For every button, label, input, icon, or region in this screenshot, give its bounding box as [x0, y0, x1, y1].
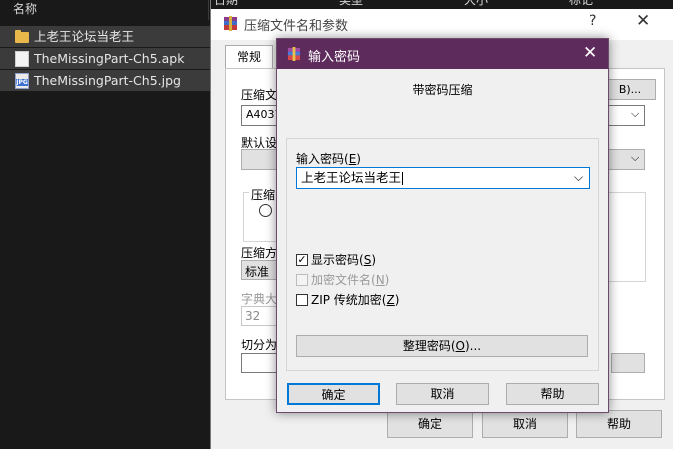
tab-general[interactable]: 常规: [225, 45, 273, 69]
explorer-header-strip: 日期 类型 大小 标记: [211, 0, 673, 9]
cancel-label: 取消: [512, 417, 537, 431]
chevron-down-icon[interactable]: ⌵: [631, 107, 639, 121]
password-label-text: 输入密码(: [296, 152, 349, 166]
set-password-button[interactable]: [611, 353, 645, 373]
password-value: 上老王论坛当老王: [301, 170, 402, 185]
organize-suffix: )...: [465, 339, 482, 353]
ok-button[interactable]: 确定: [287, 383, 380, 405]
organize-key: O: [455, 339, 465, 353]
dict-value: 32: [245, 309, 261, 323]
column-header-size: 大小: [464, 0, 489, 7]
file-name: 上老王论坛当老王: [34, 29, 135, 44]
password-label: 输入密码(E): [296, 152, 361, 166]
browse-button[interactable]: B)...: [604, 79, 656, 100]
help-button[interactable]: 帮助: [506, 383, 599, 405]
zip-legacy-key: Z: [386, 293, 395, 307]
chevron-down-icon[interactable]: ⌵: [574, 170, 583, 185]
checkbox-checked-icon: ✓: [296, 253, 308, 266]
checkbox-disabled-icon: [296, 273, 308, 286]
password-input[interactable]: 上老王论坛当老王: [296, 167, 590, 189]
file-row-apk[interactable]: TheMissingPart-Ch5.apk: [0, 48, 215, 69]
archive-name-label: 压缩文: [241, 88, 278, 102]
chevron-down-icon[interactable]: ⌵: [631, 151, 639, 165]
organize-label: 整理密码(: [402, 339, 456, 353]
organize-passwords-button[interactable]: 整理密码(O)...: [296, 335, 588, 357]
help-button[interactable]: 帮助: [576, 410, 662, 438]
cancel-button[interactable]: 取消: [396, 383, 489, 405]
dialog-title: 输入密码: [308, 50, 361, 65]
help-label: 帮助: [540, 387, 565, 401]
column-header-type: 类型: [339, 0, 364, 7]
file-name: TheMissingPart-Ch5.jpg: [34, 73, 181, 88]
cancel-button[interactable]: 取消: [482, 410, 568, 438]
file-icon: [15, 51, 29, 67]
method-value: 标准: [245, 265, 270, 279]
show-password-text: 显示密码(: [311, 253, 364, 267]
winrar-icon: [224, 16, 237, 31]
text-caret: [402, 172, 404, 185]
dialog-titlebar: 输入密码 ✕: [277, 39, 608, 69]
help-icon[interactable]: ?: [589, 13, 596, 29]
close-icon[interactable]: ✕: [583, 43, 597, 63]
jpg-image-icon: JPG: [15, 73, 29, 89]
show-password-key: S: [363, 253, 372, 267]
ok-button[interactable]: 确定: [387, 410, 473, 438]
encrypt-names-text: 加密文件名(: [311, 273, 376, 287]
browse-label: B)...: [618, 83, 642, 96]
dialog-title: 压缩文件名和参数: [244, 19, 349, 34]
format-radio[interactable]: [259, 204, 272, 217]
encrypt-file-names-label: 加密文件名(N): [311, 273, 390, 287]
file-name: TheMissingPart-Ch5.apk: [34, 51, 185, 66]
cancel-label: 取消: [430, 387, 455, 401]
zip-legacy-encryption-checkbox[interactable]: ZIP 传统加密(Z): [296, 291, 399, 308]
options-group: [604, 192, 646, 282]
column-header-tag: 标记: [569, 0, 594, 7]
column-divider: [208, 0, 209, 20]
checkbox-unchecked-icon: [296, 293, 308, 306]
password-label-key: E: [348, 152, 357, 166]
ok-label: 确定: [321, 388, 346, 402]
dict-label: 字典大: [241, 292, 278, 306]
ok-label: 确定: [417, 417, 442, 431]
format-group-label: 压缩: [249, 186, 278, 203]
file-row-jpg[interactable]: JPG TheMissingPart-Ch5.jpg: [0, 70, 215, 91]
encrypt-file-names-checkbox[interactable]: 加密文件名(N): [296, 271, 389, 288]
close-icon[interactable]: ✕: [636, 11, 650, 31]
help-label: 帮助: [606, 417, 631, 431]
zip-legacy-text: ZIP 传统加密(: [311, 293, 387, 307]
split-label: 切分为: [241, 338, 278, 352]
encrypt-names-key: N: [375, 273, 385, 287]
show-password-label: 显示密码(S): [311, 253, 376, 267]
zip-legacy-label: ZIP 传统加密(Z): [311, 293, 400, 307]
winrar-icon: [287, 47, 301, 61]
file-row-folder[interactable]: 上老王论坛当老王: [0, 26, 215, 47]
show-password-checkbox[interactable]: ✓ 显示密码(S): [296, 251, 376, 268]
method-label: 压缩方: [241, 246, 278, 260]
column-header-date: 日期: [214, 0, 239, 7]
dialog-titlebar: 压缩文件名和参数 ? ✕: [211, 9, 673, 40]
column-header-name[interactable]: 名称: [13, 0, 37, 18]
folder-icon: [15, 30, 29, 43]
dialog-heading: 带密码压缩: [412, 83, 473, 97]
enter-password-dialog: 输入密码 ✕ 带密码压缩 输入密码(E) 上老王论坛当老王 ⌵ ✓ 显示密码(S…: [276, 38, 609, 413]
